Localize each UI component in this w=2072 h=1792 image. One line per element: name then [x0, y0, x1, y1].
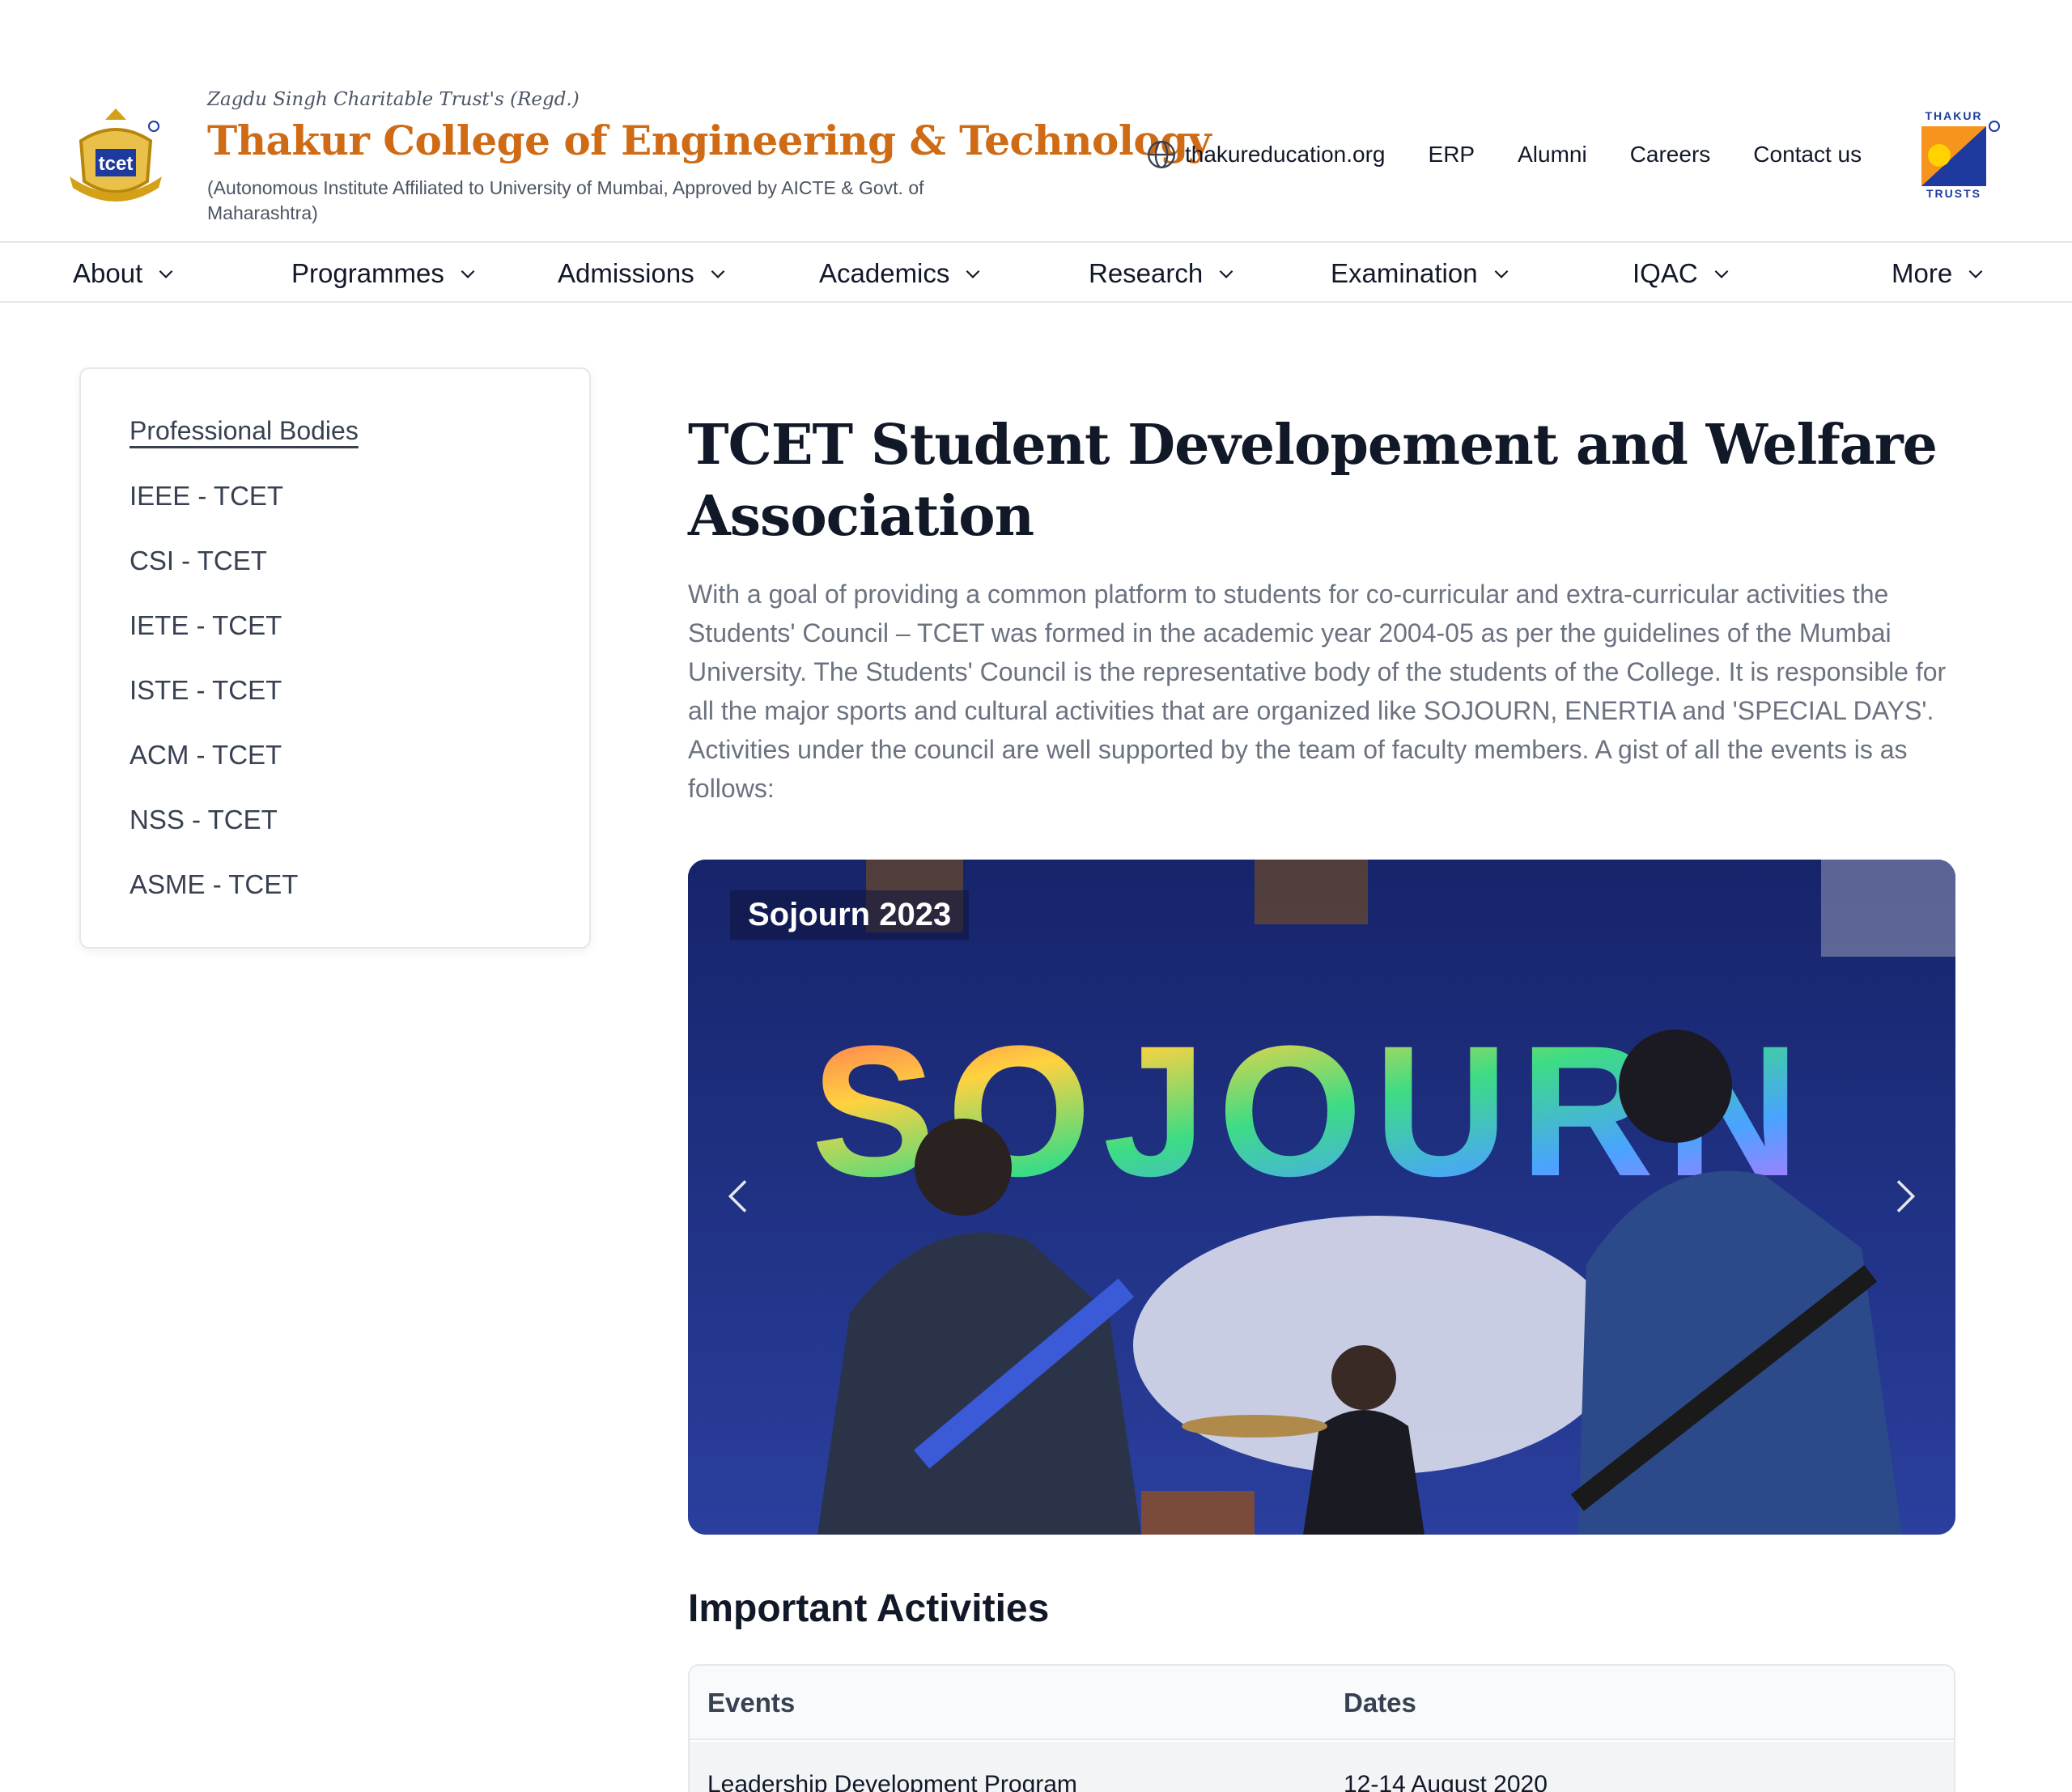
site-header: tcet Zagdu Singh Charitable Trust's (Reg…: [0, 0, 2072, 243]
nav-programmes[interactable]: Programmes: [291, 244, 478, 303]
image-carousel[interactable]: SOJOURN Sojourn 2023: [688, 860, 1955, 1535]
thakureducation-link[interactable]: thakureducation.org: [1146, 139, 1386, 170]
table-row: Leadership Development Program 12-14 Aug…: [690, 1742, 1954, 1792]
nav-research[interactable]: Research: [1089, 244, 1237, 303]
college-name[interactable]: Thakur College of Engineering & Technolo…: [207, 117, 1212, 164]
chevron-down-icon: [966, 270, 980, 278]
activities-table: Events Dates Leadership Development Prog…: [688, 1664, 1955, 1792]
globe-icon: [1147, 140, 1176, 169]
chevron-down-icon: [461, 270, 475, 278]
chevron-down-icon: [711, 270, 725, 278]
chevron-down-icon: [1968, 270, 1983, 278]
thakur-trusts-logo[interactable]: THAKUR TRUSTS: [1917, 108, 2004, 200]
nav-more[interactable]: More: [1892, 244, 1986, 303]
chevron-down-icon: [1219, 270, 1233, 278]
chevron-down-icon: [1714, 270, 1729, 278]
chevron-down-icon: [159, 270, 173, 278]
date-cell: 12-14 August 2020: [1344, 1771, 1548, 1792]
nav-examination-label: Examination: [1331, 258, 1478, 288]
main-nav: About Programmes Admissions Academics Re…: [0, 244, 2072, 303]
dates-column-header: Dates: [1344, 1688, 1416, 1718]
chevron-right-icon[interactable]: [1881, 1174, 1926, 1219]
tcet-logo[interactable]: tcet: [63, 104, 168, 204]
trust-name: Zagdu Singh Charitable Trust's (Regd.): [207, 89, 580, 110]
page-title: TCET Student Developement and Welfare As…: [688, 413, 1938, 549]
nav-programmes-label: Programmes: [291, 258, 444, 288]
sidebar-item-nss[interactable]: NSS - TCET: [130, 805, 278, 835]
chevron-down-icon: [1494, 270, 1508, 278]
event-cell: Leadership Development Program: [707, 1771, 1077, 1792]
activities-title: Important Activities: [688, 1587, 1050, 1630]
nav-iqac[interactable]: IQAC: [1633, 244, 1732, 303]
thakureducation-label: thakureducation.org: [1185, 142, 1386, 167]
trust-logo-bottom-text: TRUSTS: [1926, 187, 1981, 199]
events-column-header: Events: [707, 1688, 796, 1718]
nav-admissions[interactable]: Admissions: [558, 244, 728, 303]
erp-link[interactable]: ERP: [1429, 142, 1475, 168]
logo-text: tcet: [99, 153, 134, 175]
nav-academics-label: Academics: [819, 258, 950, 288]
alumni-link[interactable]: Alumni: [1518, 142, 1587, 168]
top-links: thakureducation.org ERP Alumni Careers C…: [1146, 134, 1862, 175]
nav-research-label: Research: [1089, 258, 1204, 288]
trust-logo-top-text: THAKUR: [1925, 109, 1982, 122]
table-header: Events Dates: [690, 1666, 1954, 1740]
nav-about[interactable]: About: [73, 244, 176, 303]
sidebar-item-csi[interactable]: CSI - TCET: [130, 546, 267, 576]
nav-examination[interactable]: Examination: [1331, 244, 1512, 303]
nav-admissions-label: Admissions: [558, 258, 694, 288]
sidebar: Professional Bodies IEEE - TCET CSI - TC…: [79, 367, 591, 949]
nav-iqac-label: IQAC: [1633, 258, 1698, 288]
nav-more-label: More: [1892, 258, 1953, 288]
sidebar-item-acm[interactable]: ACM - TCET: [130, 740, 282, 771]
sidebar-item-ieee[interactable]: IEEE - TCET: [130, 481, 283, 512]
affiliation-text: (Autonomous Institute Affiliated to Univ…: [207, 177, 924, 223]
sidebar-title[interactable]: Professional Bodies: [130, 416, 359, 446]
sojourn-photo: SOJOURN: [688, 860, 1955, 1535]
chevron-left-icon[interactable]: [717, 1174, 762, 1219]
sidebar-item-iete[interactable]: IETE - TCET: [130, 610, 282, 641]
sidebar-item-asme[interactable]: ASME - TCET: [130, 869, 298, 900]
nav-academics[interactable]: Academics: [819, 244, 983, 303]
carousel-caption: Sojourn 2023: [730, 890, 970, 940]
sidebar-item-iste[interactable]: ISTE - TCET: [130, 675, 282, 706]
intro-paragraph: With a goal of providing a common platfo…: [688, 580, 1947, 803]
careers-link[interactable]: Careers: [1630, 142, 1711, 168]
nav-about-label: About: [73, 258, 143, 288]
brand-block: Zagdu Singh Charitable Trust's (Regd.) T…: [207, 89, 1212, 226]
contact-link[interactable]: Contact us: [1753, 142, 1862, 168]
